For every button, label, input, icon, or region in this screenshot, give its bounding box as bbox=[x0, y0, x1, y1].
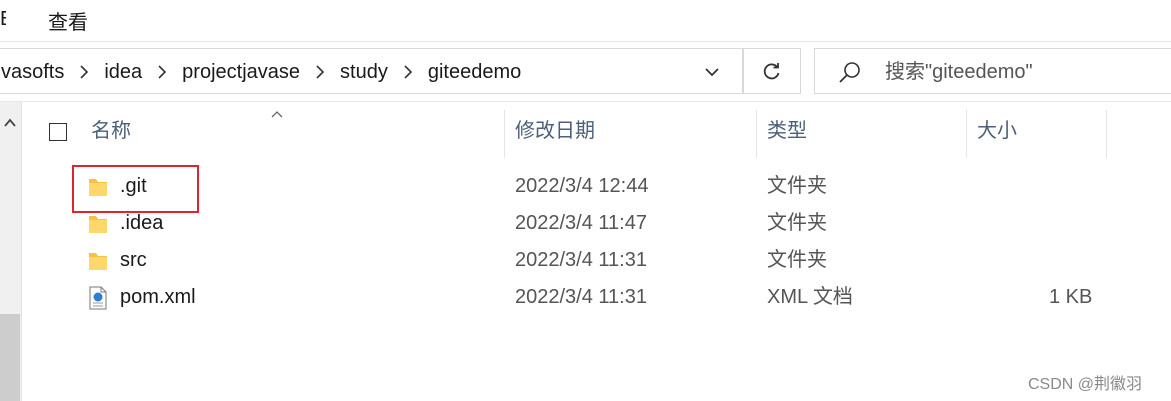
file-row-pom-xml[interactable]: pom.xml 2022/3/4 11:31 XML 文档 1 KB bbox=[23, 279, 1171, 316]
folder-icon bbox=[89, 253, 107, 270]
column-type[interactable]: 类型 bbox=[767, 102, 807, 158]
select-all-checkbox[interactable] bbox=[49, 123, 67, 141]
breadcrumb-vasofts[interactable]: vasofts bbox=[1, 61, 64, 84]
column-divider[interactable] bbox=[756, 110, 757, 158]
breadcrumb-giteedemo[interactable]: giteedemo bbox=[428, 61, 521, 84]
chevron-right-icon[interactable] bbox=[388, 49, 428, 95]
file-type: 文件夹 bbox=[767, 249, 827, 271]
chevron-down-icon bbox=[705, 68, 719, 77]
breadcrumb: vasofts idea projectjavase study giteede… bbox=[1, 49, 521, 95]
chevron-right-icon[interactable] bbox=[64, 49, 104, 95]
file-name: pom.xml bbox=[120, 286, 196, 308]
xml-file-icon bbox=[89, 286, 107, 310]
breadcrumb-study[interactable]: study bbox=[340, 61, 388, 84]
file-name: src bbox=[120, 249, 147, 271]
refresh-icon bbox=[763, 63, 780, 80]
folder-icon bbox=[89, 216, 107, 233]
navigation-pane-scrollbar[interactable] bbox=[0, 102, 22, 401]
breadcrumb-projectjavase[interactable]: projectjavase bbox=[182, 61, 300, 84]
chevron-right-icon[interactable] bbox=[300, 49, 340, 95]
scrollbar-thumb[interactable] bbox=[0, 314, 20, 401]
watermark: CSDN @荆徽羽 bbox=[1028, 376, 1143, 393]
column-divider[interactable] bbox=[966, 110, 967, 158]
ribbon-tab-partial[interactable]: E bbox=[0, 8, 6, 32]
file-row-git[interactable]: .git 2022/3/4 12:44 文件夹 bbox=[23, 168, 1171, 205]
file-name: .git bbox=[120, 175, 147, 197]
search-icon bbox=[839, 62, 860, 83]
ribbon-tab-view[interactable]: 查看 bbox=[48, 6, 88, 35]
file-modified: 2022/3/4 12:44 bbox=[515, 175, 649, 197]
chevron-right-icon[interactable] bbox=[142, 49, 182, 95]
file-type: XML 文档 bbox=[767, 286, 853, 308]
ribbon: E 查看 bbox=[0, 0, 1171, 42]
column-divider[interactable] bbox=[504, 110, 505, 158]
column-header: 名称 修改日期 类型 大小 bbox=[23, 102, 1171, 158]
column-size[interactable]: 大小 bbox=[977, 102, 1017, 158]
search-input[interactable]: 搜索"giteedemo" bbox=[814, 48, 1171, 94]
file-row-src[interactable]: src 2022/3/4 11:31 文件夹 bbox=[23, 242, 1171, 279]
refresh-button[interactable] bbox=[743, 48, 801, 94]
sort-ascending-icon bbox=[271, 111, 283, 118]
chevron-up-icon[interactable] bbox=[3, 116, 17, 130]
file-modified: 2022/3/4 11:31 bbox=[515, 286, 647, 308]
file-type: 文件夹 bbox=[767, 175, 827, 197]
file-type: 文件夹 bbox=[767, 212, 827, 234]
file-modified: 2022/3/4 11:47 bbox=[515, 212, 647, 234]
file-modified: 2022/3/4 11:31 bbox=[515, 249, 647, 271]
column-name[interactable]: 名称 bbox=[91, 102, 131, 158]
file-row-idea[interactable]: .idea 2022/3/4 11:47 文件夹 bbox=[23, 205, 1171, 242]
search-placeholder: 搜索"giteedemo" bbox=[885, 61, 1033, 83]
breadcrumb-idea[interactable]: idea bbox=[104, 61, 142, 84]
folder-icon bbox=[89, 179, 107, 196]
address-bar[interactable]: vasofts idea projectjavase study giteede… bbox=[0, 48, 743, 94]
file-list: .git 2022/3/4 12:44 文件夹 .idea 2022/3/4 1… bbox=[23, 168, 1171, 316]
column-divider[interactable] bbox=[1106, 110, 1107, 158]
column-modified[interactable]: 修改日期 bbox=[515, 102, 595, 158]
file-size: 1 KB bbox=[1049, 286, 1093, 308]
file-name: .idea bbox=[120, 212, 164, 234]
address-row: vasofts idea projectjavase study giteede… bbox=[0, 42, 1171, 102]
address-history-dropdown[interactable] bbox=[697, 55, 727, 89]
